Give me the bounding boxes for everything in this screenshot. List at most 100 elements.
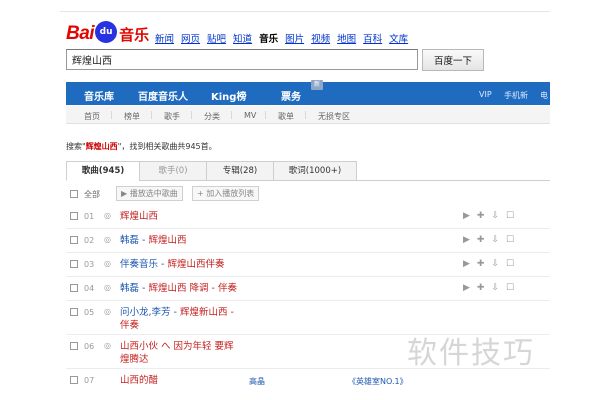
download-icon[interactable]: ⇩ <box>491 259 499 269</box>
song-play-icon[interactable]: ◎ <box>104 283 111 292</box>
song-checkbox[interactable] <box>70 260 78 268</box>
collect-icon[interactable]: ☐ <box>506 283 514 293</box>
topnav-images[interactable]: 图片 <box>285 31 304 45</box>
search-button[interactable]: 百度一下 <box>422 49 484 71</box>
song-title-link[interactable]: 山西的醋 <box>120 374 158 387</box>
row-divider <box>66 300 550 301</box>
summary-keyword: 辉煌山西 <box>85 142 118 151</box>
plus-icon: + <box>197 189 207 198</box>
song-artist: 问小龙,李芳 - <box>120 307 180 318</box>
collect-icon[interactable]: ☐ <box>506 211 514 221</box>
select-all-checkbox[interactable] <box>70 190 78 198</box>
tab-lyrics[interactable]: 歌词(1000+) <box>273 161 357 181</box>
subnav-playlists[interactable]: 歌单 <box>278 111 294 122</box>
download-icon[interactable]: ⇩ <box>491 235 499 245</box>
play-selected-button[interactable]: ▶ 播放选中歌曲 <box>116 186 183 201</box>
add-icon[interactable]: ✚ <box>477 235 485 245</box>
nav-musician[interactable]: 百度音乐人 <box>138 88 188 103</box>
search-input[interactable] <box>66 49 418 70</box>
song-checkbox[interactable] <box>70 236 78 244</box>
subnav-charts[interactable]: 榜单 <box>124 111 140 122</box>
add-to-playlist-label: 加入播放列表 <box>206 189 255 198</box>
play-icon[interactable]: ▶ <box>463 259 470 269</box>
nav-tickets[interactable]: 票务 <box>281 88 301 103</box>
subnav-artists[interactable]: 歌手 <box>164 111 180 122</box>
collect-icon[interactable]: ☐ <box>506 235 514 245</box>
add-icon[interactable]: ✚ <box>477 259 485 269</box>
download-icon[interactable]: ⇩ <box>491 211 499 221</box>
song-checkbox[interactable] <box>70 308 78 316</box>
nav-mobile[interactable]: 手机新 <box>504 90 528 101</box>
song-checkbox[interactable] <box>70 212 78 220</box>
song-number: 02 <box>84 236 95 245</box>
logo-music-text: 音乐 <box>119 25 150 44</box>
collect-icon[interactable]: ☐ <box>506 259 514 269</box>
song-title: 山西小伙 へ 因为年轻 要辉煌腾达 <box>120 341 234 365</box>
play-selected-label: 播放选中歌曲 <box>129 189 178 198</box>
new-badge: 新 <box>311 80 323 90</box>
song-play-icon[interactable]: ◎ <box>104 259 111 268</box>
song-title: 辉煌山西 <box>148 235 187 246</box>
topnav-tieba[interactable]: 贴吧 <box>207 31 226 45</box>
result-tabs: 歌曲(945) 歌手(0) 专辑(28) 歌词(1000+) <box>66 161 550 181</box>
song-checkbox[interactable] <box>70 376 78 384</box>
topnav-video[interactable]: 视频 <box>311 31 330 45</box>
song-checkbox[interactable] <box>70 342 78 350</box>
row-divider <box>66 228 550 229</box>
topnav-music[interactable]: 音乐 <box>259 31 278 45</box>
nav-music-library[interactable]: 音乐库 <box>84 88 114 103</box>
add-icon[interactable]: ✚ <box>477 211 485 221</box>
topnav-wenku[interactable]: 文库 <box>389 31 408 45</box>
song-play-icon[interactable]: ◎ <box>104 307 111 316</box>
song-actions: ▶ ✚ ⇩ ☐ <box>463 211 514 221</box>
subnav-lossless[interactable]: 无损专区 <box>318 111 350 122</box>
song-title-link[interactable]: 伴奏音乐 - 辉煌山西伴奏 <box>120 258 224 271</box>
subnav-home[interactable]: 首页 <box>84 111 100 122</box>
tab-songs[interactable]: 歌曲(945) <box>66 161 140 181</box>
main-nav-bar: 音乐库 百度音乐人 King榜 新 票务 VIP 手机新 电 <box>66 80 550 105</box>
tab-artists[interactable]: 歌手(0) <box>139 161 207 181</box>
song-title-link[interactable]: 山西小伙 へ 因为年轻 要辉煌腾达 <box>120 340 240 366</box>
song-actions: ▶ ✚ ⇩ ☐ <box>463 283 514 293</box>
topnav-zhidao[interactable]: 知道 <box>233 31 252 45</box>
song-title-link[interactable]: 韩磊 - 辉煌山西 <box>120 234 186 247</box>
nav-king-chart[interactable]: King榜 <box>211 88 246 103</box>
nav-vip[interactable]: VIP <box>479 90 492 99</box>
play-icon[interactable]: ▶ <box>463 283 470 293</box>
row-divider <box>66 276 550 277</box>
play-icon[interactable]: ▶ <box>463 235 470 245</box>
song-title-link[interactable]: 辉煌山西 <box>120 210 158 223</box>
subnav-categories[interactable]: 分类 <box>204 111 220 122</box>
song-toolbar: 全部 ▶ 播放选中歌曲 + 加入播放列表 <box>66 185 550 203</box>
topnav-map[interactable]: 地图 <box>337 31 356 45</box>
song-title-link[interactable]: 韩磊 - 辉煌山西 降调 - 伴奏 <box>120 282 237 295</box>
song-checkbox[interactable] <box>70 284 78 292</box>
subnav-separator: | <box>304 110 307 119</box>
topnav-baike[interactable]: 百科 <box>363 31 382 45</box>
topnav-news[interactable]: 新闻 <box>155 31 174 45</box>
song-album-link[interactable]: 《英雄室NO.1》 <box>348 376 408 387</box>
song-title: 辉煌山西 降调 - 伴奏 <box>148 283 237 294</box>
nav-more[interactable]: 电 <box>540 90 548 101</box>
song-artist: 韩磊 - <box>120 283 149 294</box>
subnav-mv[interactable]: MV <box>244 111 256 120</box>
song-singer-link[interactable]: 高晶 <box>249 376 265 387</box>
baidu-music-logo[interactable]: Bai du 音乐 <box>66 20 149 48</box>
logo-du-paw-icon: du <box>95 21 118 43</box>
summary-prefix: 搜索" <box>66 142 86 151</box>
tab-albums[interactable]: 专辑(28) <box>206 161 274 181</box>
song-artist: 韩磊 - <box>120 235 149 246</box>
sub-nav: 首页 | 榜单 | 歌手 | 分类 | MV | 歌单 | 无损专区 <box>66 106 550 124</box>
download-icon[interactable]: ⇩ <box>491 283 499 293</box>
play-icon[interactable]: ▶ <box>463 211 470 221</box>
song-title-link[interactable]: 问小龙,李芳 - 辉煌新山西 - 伴奏 <box>120 306 240 332</box>
song-play-icon[interactable]: ◎ <box>104 211 111 220</box>
song-play-icon[interactable]: ◎ <box>104 235 111 244</box>
topnav-web[interactable]: 网页 <box>181 31 200 45</box>
song-artist: 伴奏音乐 - <box>120 259 168 270</box>
add-icon[interactable]: ✚ <box>477 283 485 293</box>
song-title: 辉煌山西 <box>120 211 159 222</box>
add-to-playlist-button[interactable]: + 加入播放列表 <box>192 186 260 201</box>
play-icon: ▶ <box>121 189 130 198</box>
song-play-icon[interactable]: ◎ <box>104 341 111 350</box>
